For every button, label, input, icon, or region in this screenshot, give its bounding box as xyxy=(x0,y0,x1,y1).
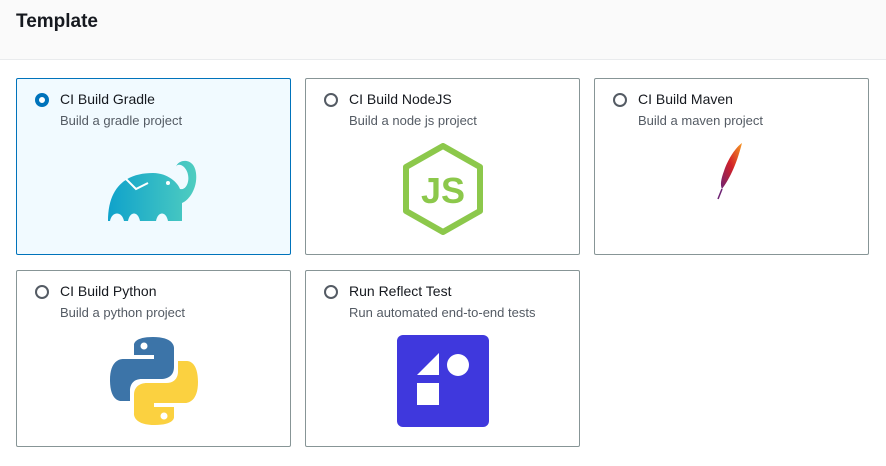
reflect-icon xyxy=(396,335,489,427)
header: Template xyxy=(0,0,886,60)
template-label: CI Build Python xyxy=(60,283,157,299)
radio-button[interactable] xyxy=(324,93,338,107)
template-card-python[interactable]: CI Build Python Build a python project xyxy=(16,270,291,447)
template-description: Build a python project xyxy=(60,305,186,320)
template-label: CI Build NodeJS xyxy=(349,91,452,107)
radio-button[interactable] xyxy=(324,285,338,299)
template-card-maven[interactable]: CI Build Maven Build a maven project xyxy=(594,78,869,255)
template-card-gradle[interactable]: CI Build Gradle Build a gradle project xyxy=(16,78,291,255)
template-description: Build a maven project xyxy=(638,113,764,128)
apache-feather-icon xyxy=(716,143,742,200)
template-label: Run Reflect Test xyxy=(349,283,452,299)
template-label: CI Build Gradle xyxy=(60,91,155,107)
svg-text:JS: JS xyxy=(420,170,464,211)
radio-button[interactable] xyxy=(35,93,49,107)
nodejs-icon: JS xyxy=(402,143,483,235)
template-description: Build a node js project xyxy=(349,113,477,128)
template-label: CI Build Maven xyxy=(638,91,733,107)
template-card-reflect[interactable]: Run Reflect Test Run automated end-to-en… xyxy=(305,270,580,447)
template-description: Run automated end-to-end tests xyxy=(349,305,536,320)
template-card-nodejs[interactable]: CI Build NodeJS Build a node js project … xyxy=(305,78,580,255)
gradle-elephant-icon xyxy=(107,160,196,221)
radio-button[interactable] xyxy=(35,285,49,299)
page-title: Template xyxy=(16,11,99,32)
template-description: Build a gradle project xyxy=(60,113,183,128)
python-icon xyxy=(109,337,198,425)
radio-button[interactable] xyxy=(613,93,627,107)
